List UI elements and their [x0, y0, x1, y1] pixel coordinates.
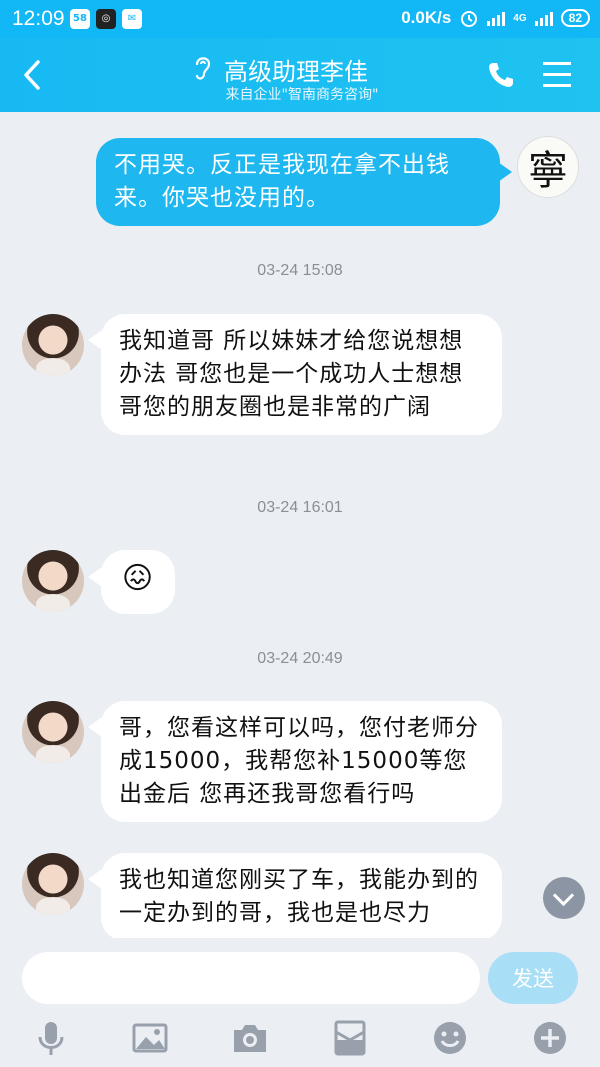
bubble-tail — [88, 567, 102, 587]
timestamp: 03-24 15:08 — [257, 262, 343, 279]
red-packet-icon[interactable] — [330, 1018, 370, 1058]
message-incoming[interactable]: 哥，您看这样可以吗，您付老师分成15000，我帮您补15000等您出金后 您再还… — [101, 701, 502, 822]
alarm-icon — [461, 11, 478, 27]
wechat-icon: ✉ — [122, 9, 142, 29]
ear-icon — [195, 57, 211, 80]
microphone-icon[interactable] — [31, 1018, 71, 1058]
emoji-icon[interactable] — [430, 1018, 470, 1058]
message-text: 不用哭。反正是我现在拿不出钱来。你哭也没用的。 — [114, 152, 450, 211]
message-input[interactable] — [22, 952, 480, 1004]
message-incoming-emoji[interactable]: 😖 — [101, 550, 175, 614]
message-incoming[interactable]: 我知道哥 所以妹妹才给您说想想办法 哥您也是一个成功人士想想哥您的朋友圈也是非常… — [101, 314, 502, 435]
bubble-tail — [88, 330, 102, 350]
chat-header: 高级助理李佳 来自企业"智南商务咨询" — [0, 38, 600, 112]
composer: 发送 — [0, 938, 600, 1067]
message-text: 我知道哥 所以妹妹才给您说想想办法 哥您也是一个成功人士想想哥您的朋友圈也是非常… — [119, 328, 464, 420]
page-title: 高级助理李佳 — [224, 58, 368, 86]
message-list[interactable]: 不用哭。反正是我现在拿不出钱来。你哭也没用的。 寧 03-24 15:08 我知… — [0, 112, 600, 938]
phone-icon[interactable] — [486, 60, 516, 90]
contact-avatar[interactable] — [22, 853, 84, 915]
app-notification-icon: ◎ — [96, 9, 116, 29]
bubble-tail — [88, 869, 102, 889]
menu-icon[interactable] — [543, 62, 571, 88]
status-app-icons: 58 ◎ ✉ — [70, 9, 142, 29]
emoji: 😖 — [121, 561, 155, 596]
status-right: 0.0K/s 4G 82 — [401, 8, 590, 28]
avatar-char: 寧 — [528, 148, 568, 194]
contact-avatar[interactable] — [22, 701, 84, 763]
contact-avatar[interactable] — [22, 550, 84, 612]
contact-avatar[interactable] — [22, 314, 84, 376]
timestamp: 03-24 16:01 — [257, 499, 343, 516]
network-speed: 0.0K/s — [401, 8, 452, 27]
signal-icon-2 — [534, 10, 553, 26]
plus-icon[interactable] — [530, 1018, 570, 1058]
app-58-icon: 58 — [70, 9, 90, 29]
network-type: 4G — [513, 12, 527, 24]
camera-icon[interactable] — [230, 1018, 270, 1058]
bubble-tail — [498, 162, 512, 182]
my-avatar[interactable]: 寧 — [517, 136, 579, 198]
signal-icon — [487, 10, 506, 26]
status-time: 12:09 — [12, 7, 65, 30]
message-outgoing[interactable]: 不用哭。反正是我现在拿不出钱来。你哭也没用的。 — [96, 138, 500, 226]
image-icon[interactable] — [130, 1018, 170, 1058]
scroll-down-button[interactable] — [543, 877, 585, 919]
message-incoming[interactable]: 我也知道您刚买了车，我能办到的一定办到的哥，我也是也尽力 — [101, 853, 502, 938]
message-text: 我也知道您刚买了车，我能办到的一定办到的哥，我也是也尽力 — [119, 867, 479, 926]
timestamp: 03-24 20:49 — [257, 650, 343, 667]
battery-indicator: 82 — [560, 9, 590, 27]
composer-toolbar — [0, 1018, 600, 1062]
message-text: 哥，您看这样可以吗，您付老师分成15000，我帮您补15000等您出金后 您再还… — [119, 715, 479, 807]
bubble-tail — [88, 717, 102, 737]
send-button[interactable]: 发送 — [488, 952, 578, 1004]
status-bar: 12:09 58 ◎ ✉ 0.0K/s 4G 82 — [0, 0, 600, 38]
